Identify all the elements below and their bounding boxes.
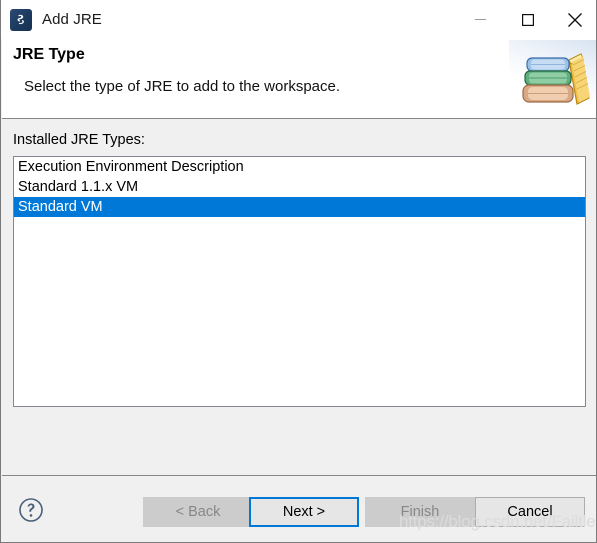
list-item[interactable]: Standard 1.1.x VM [14, 177, 585, 197]
button-bar: < Back Next > Finish Cancel [2, 475, 596, 542]
close-button[interactable] [551, 0, 596, 39]
window-controls [457, 0, 596, 39]
finish-button[interactable]: Finish [365, 497, 475, 527]
add-jre-dialog: Add JRE JRE Type Select the type of JRE … [0, 0, 597, 543]
list-item[interactable]: Standard VM [14, 197, 585, 217]
page-title: JRE Type [13, 46, 85, 63]
list-item[interactable]: Execution Environment Description [14, 157, 585, 177]
title-bar: Add JRE [1, 0, 596, 39]
eclipse-jre-icon [10, 8, 32, 31]
jre-types-listbox[interactable]: Execution Environment Description Standa… [13, 156, 586, 407]
wizard-header: JRE Type Select the type of JRE to add t… [2, 39, 596, 119]
back-button[interactable]: < Back [143, 497, 253, 527]
cancel-button[interactable]: Cancel [475, 497, 585, 527]
minimize-button[interactable] [457, 0, 504, 39]
window-title: Add JRE [42, 11, 102, 28]
installed-jre-types-label: Installed JRE Types: [13, 132, 145, 148]
next-button[interactable]: Next > [249, 497, 359, 527]
help-circle-icon[interactable] [18, 497, 44, 523]
page-subtitle: Select the type of JRE to add to the wor… [24, 78, 341, 95]
stack-of-books-icon [509, 40, 596, 118]
maximize-button[interactable] [504, 0, 551, 39]
wizard-body: Installed JRE Types: Execution Environme… [2, 120, 596, 475]
